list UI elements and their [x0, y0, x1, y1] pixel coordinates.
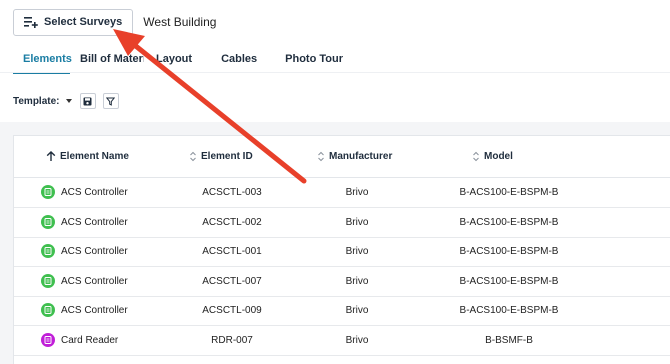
- element-type-icon: [41, 273, 55, 288]
- element-name-cell: Card Reader: [61, 335, 119, 346]
- model-cell: B-ACS100-E-BSPM-B: [459, 187, 559, 198]
- column-label: Element ID: [201, 151, 253, 162]
- model-cell: B-ACS100-E-BSPM-B: [459, 246, 559, 258]
- table-row[interactable]: ACS Controller ACSCTL-007 Brivo B-ACS100-E-…: [14, 267, 670, 297]
- table-row[interactable]: ACS Controller ACSCTL-001 Brivo B-ACS100-E-…: [14, 237, 670, 268]
- sort-ascending-icon: [46, 151, 56, 161]
- page: Select Surveys West Building Elements Bi…: [0, 0, 670, 364]
- table-row[interactable]: Card Reader RDR-007 Brivo B-BSMF-B: [14, 326, 670, 356]
- manufacturer-cell: Brivo: [345, 246, 369, 258]
- table-row[interactable]: ACS Controller ACSCTL-003 Brivo B-ACS100-E-…: [14, 178, 670, 208]
- element-type-icon: [41, 303, 55, 318]
- elements-table: Element Name Element ID Manufacturer Mod…: [13, 135, 670, 364]
- column-label: Element Name: [60, 151, 129, 162]
- tab-cables[interactable]: Cables: [211, 46, 267, 72]
- element-id-cell: ACSCTL-003: [202, 187, 262, 198]
- manufacturer-cell: Brivo: [345, 216, 369, 228]
- column-label: Model: [484, 151, 513, 162]
- template-dropdown-icon[interactable]: [65, 99, 72, 103]
- model-cell: B-ACS100-E-BSPM-B: [459, 275, 559, 287]
- filter-icon: [106, 97, 115, 106]
- manufacturer-cell: Brivo: [345, 335, 369, 346]
- element-type-icon: [41, 185, 55, 199]
- element-id-cell: ACSCTL-001: [202, 246, 262, 258]
- table-header: Element Name Element ID Manufacturer Mod…: [14, 136, 670, 178]
- tab-elements[interactable]: Elements: [13, 46, 72, 74]
- model-cell: B-ACS100-E-BSPM-B: [459, 216, 559, 228]
- manufacturer-cell: Brivo: [345, 305, 369, 317]
- tab-layout[interactable]: Layout: [146, 46, 202, 72]
- select-surveys-label: Select Surveys: [44, 16, 123, 28]
- save-template-button[interactable]: [79, 93, 96, 109]
- element-name-cell: ACS Controller: [61, 187, 128, 198]
- manufacturer-cell: Brivo: [345, 187, 369, 198]
- element-type-icon: [41, 214, 55, 229]
- filter-button[interactable]: [102, 93, 119, 109]
- element-id-cell: ACSCTL-009: [202, 305, 262, 317]
- tab-bill-of-materials[interactable]: Bill of Materials: [70, 46, 144, 72]
- table-row[interactable]: ACS Controller ACSCTL-002 Brivo B-ACS100-E-…: [14, 208, 670, 238]
- column-header-element-id[interactable]: Element ID: [189, 151, 253, 162]
- sort-unsorted-icon: [473, 151, 479, 162]
- tabs-divider: [0, 72, 670, 73]
- template-label: Template:: [13, 95, 60, 107]
- element-name-cell: ACS Controller: [61, 305, 128, 317]
- playlist-add-icon: [24, 16, 38, 28]
- element-type-icon: [41, 333, 55, 347]
- select-surveys-button[interactable]: Select Surveys: [13, 8, 134, 36]
- element-id-cell: ACSCTL-002: [202, 216, 262, 228]
- column-header-model[interactable]: Model: [472, 151, 513, 162]
- top-bar: Select Surveys West Building: [13, 8, 216, 36]
- element-name-cell: ACS Controller: [61, 216, 128, 228]
- column-header-manufacturer[interactable]: Manufacturer: [317, 151, 392, 162]
- element-type-icon: [41, 244, 55, 259]
- tab-bar: Elements Bill of Materials Layout Cables…: [13, 46, 353, 74]
- element-id-cell: RDR-007: [211, 335, 253, 346]
- manufacturer-cell: Brivo: [345, 275, 369, 287]
- sort-unsorted-icon: [318, 151, 324, 162]
- sort-unsorted-icon: [190, 151, 196, 162]
- table-row[interactable]: ACS Controller ACSCTL-009 Brivo B-ACS100-E-…: [14, 296, 670, 327]
- save-icon: [83, 97, 92, 105]
- element-name-cell: ACS Controller: [61, 246, 128, 258]
- element-id-cell: ACSCTL-007: [202, 275, 262, 287]
- tab-photo-tour[interactable]: Photo Tour: [275, 46, 353, 72]
- column-label: Manufacturer: [329, 151, 393, 162]
- building-name: West Building: [143, 15, 217, 29]
- element-name-cell: ACS Controller: [61, 275, 128, 287]
- model-cell: B-BSMF-B: [485, 335, 533, 346]
- model-cell: B-ACS100-E-BSPM-B: [459, 305, 559, 317]
- column-header-element-name[interactable]: Element Name: [46, 151, 129, 162]
- template-toolbar: Template:: [13, 92, 119, 110]
